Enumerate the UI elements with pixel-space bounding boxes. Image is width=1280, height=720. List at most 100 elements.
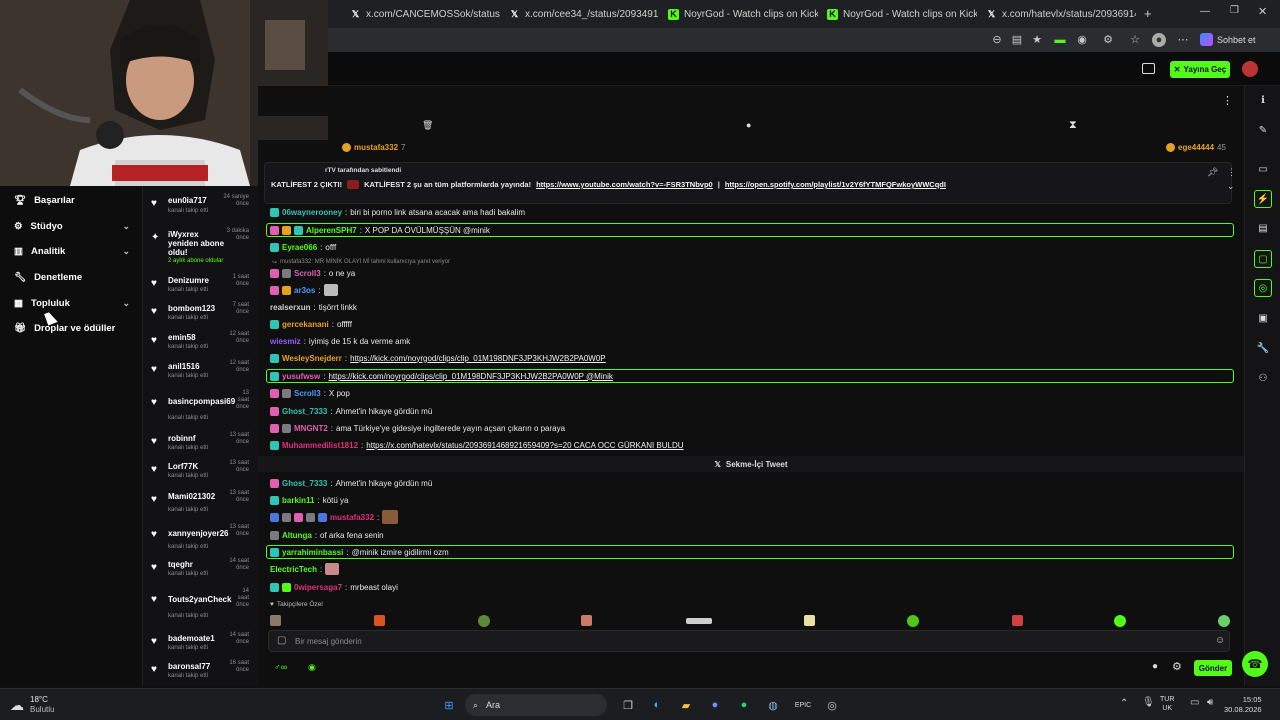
pinned-link[interactable]: https://www.youtube.com/watch?v=-FSR3TNb… bbox=[536, 180, 713, 189]
chat-username[interactable]: 0wipersaga7 bbox=[294, 583, 342, 592]
chat-username[interactable]: AlperenSPH7 bbox=[306, 226, 357, 235]
user-avatar[interactable] bbox=[1242, 61, 1258, 77]
bookmark-star-icon[interactable]: ★ bbox=[1030, 33, 1044, 47]
chat-message[interactable]: Ghost_7333: Ahmet'in hikaye gördün mü bbox=[270, 476, 432, 490]
volume-icon[interactable]: 🔊︎ bbox=[1207, 697, 1213, 708]
extensions-puzzle-icon[interactable]: ⚙ bbox=[1101, 33, 1115, 47]
sidebar-item-studio[interactable]: ⚙ Stüdyo ⌄ bbox=[14, 216, 130, 236]
epic-games-icon[interactable]: EPIC bbox=[793, 695, 813, 715]
chat-message[interactable]: Ghost_7333: Ahmet'in hikaye gördün mü bbox=[270, 404, 432, 418]
chat-message[interactable]: Scroll3: o ne ya bbox=[270, 266, 355, 280]
wrench-icon[interactable]: 🔧 bbox=[1254, 340, 1272, 358]
chat-message[interactable]: Altunga: of arka fena senin bbox=[270, 528, 384, 542]
emote[interactable] bbox=[686, 618, 712, 624]
pinned-link[interactable]: https://open.spotify.com/playlist/1v2Y6f… bbox=[725, 180, 946, 189]
spotify-icon[interactable]: ● bbox=[734, 695, 754, 715]
chat-username[interactable]: Ghost_7333 bbox=[282, 407, 327, 416]
emote-row[interactable] bbox=[268, 614, 1234, 628]
browser-tab[interactable]: 𝕏 x.com/cee34_/status/209349169 ✕ bbox=[503, 4, 659, 24]
sidebar-item-achievements[interactable]: 🏆︎ Başarılar bbox=[14, 190, 130, 210]
obs-icon[interactable]: ◎ bbox=[822, 695, 842, 715]
chat-message[interactable]: WesleySnejderr: https://kick.com/noyrgod… bbox=[270, 351, 606, 365]
discord-icon[interactable]: ● bbox=[705, 695, 725, 715]
edge-browser-icon[interactable]: ◐ bbox=[647, 695, 667, 715]
browser-tab[interactable]: K NoyrGod - Watch clips on Kick ✕ bbox=[821, 4, 977, 24]
chevron-up-icon[interactable]: ⌃ bbox=[1120, 698, 1128, 709]
list-icon[interactable]: ▤ bbox=[1254, 220, 1272, 238]
sidebar-item-analytics[interactable]: ▥ Analitik ⌄ bbox=[14, 241, 130, 261]
emote[interactable] bbox=[374, 615, 385, 626]
emote[interactable] bbox=[478, 615, 490, 627]
chat-icon[interactable]: ▢ bbox=[1254, 250, 1272, 268]
browser-tab[interactable]: 𝕏 x.com/hatevlx/status/20936914688 ✕ bbox=[980, 4, 1136, 24]
chat-settings-icon[interactable]: ● bbox=[1152, 661, 1158, 672]
steam-icon[interactable]: ◍ bbox=[763, 695, 783, 715]
chat-message[interactable]: yusufwsw: https://kick.com/noyrgod/clips… bbox=[270, 369, 613, 383]
points-icon[interactable]: ◉ bbox=[308, 662, 316, 673]
chat-link[interactable]: https://kick.com/noyrgod/clips/clip_01M1… bbox=[350, 354, 606, 363]
extension-icon[interactable]: ◉ bbox=[1075, 33, 1089, 47]
send-button[interactable]: Gönder bbox=[1194, 660, 1232, 676]
emote[interactable] bbox=[907, 615, 919, 627]
chat-username[interactable]: Scroll3 bbox=[294, 389, 321, 398]
reader-icon[interactable]: ▤ bbox=[1010, 33, 1024, 47]
chat-message[interactable]: wiesmiz: iyimiş de 15 k da verme amk bbox=[270, 334, 410, 348]
speech-bubble-icon[interactable]: ● bbox=[746, 120, 751, 130]
link-icon[interactable]: ♂∞ bbox=[274, 662, 287, 672]
chat-username[interactable]: realserxun bbox=[270, 303, 310, 312]
file-explorer-icon[interactable]: ▰ bbox=[676, 695, 696, 715]
chat-message[interactable]: barkin11: kötü ya bbox=[270, 493, 349, 507]
browser-tab[interactable]: 𝕏 x.com/CANCEMOSSok/status/209 ✕ bbox=[344, 4, 500, 24]
lightning-icon[interactable]: ⚡ bbox=[1254, 190, 1272, 208]
chat-username[interactable]: WesleySnejderr bbox=[282, 354, 342, 363]
chat-message[interactable]: AlperenSPH7: X POP DA ÖVÜLMÜŞŞÜN @minik bbox=[270, 223, 490, 237]
chat-message[interactable]: ar3os: bbox=[270, 283, 338, 297]
chat-username[interactable]: MNGNT2 bbox=[294, 424, 328, 433]
emote[interactable] bbox=[581, 615, 592, 626]
chat-message[interactable]: gercekanani: offfff bbox=[270, 317, 352, 331]
chat-username[interactable]: mustafa332 bbox=[330, 513, 374, 522]
chat-username[interactable]: Ghost_7333 bbox=[282, 479, 327, 488]
chat-username[interactable]: barkin11 bbox=[282, 496, 314, 505]
more-vertical-icon[interactable]: ⋮ bbox=[1222, 94, 1233, 107]
emote[interactable] bbox=[1012, 615, 1023, 626]
display-icon[interactable]: ▭ bbox=[1190, 697, 1199, 708]
chat-username[interactable]: Altunga bbox=[282, 531, 312, 540]
users-icon[interactable]: ⚇ bbox=[1254, 370, 1272, 388]
chat-link[interactable]: https://kick.com/noyrgod/clips/clip_01M1… bbox=[328, 372, 612, 381]
more-vertical-icon[interactable]: ⋮ bbox=[1227, 167, 1236, 178]
windows-start-icon[interactable]: ⊞ bbox=[439, 695, 459, 715]
sidebar-item-community[interactable]: ▦ Topluluk ⌄ bbox=[14, 293, 130, 313]
profile-avatar-icon[interactable]: ● bbox=[1152, 33, 1166, 47]
emote[interactable] bbox=[1114, 615, 1126, 627]
embedded-tweet-card[interactable]: 𝕏 Sekme-İçi Tweet bbox=[258, 456, 1244, 472]
hourglass-icon[interactable]: ⧗ bbox=[1069, 119, 1077, 132]
pin-icon[interactable]: 📌︎ bbox=[1207, 167, 1218, 178]
chat-username[interactable]: Scroll3 bbox=[294, 269, 321, 278]
chat-input[interactable]: ▢ Bir mesaj gönderin ☺ bbox=[268, 630, 1230, 652]
clock[interactable]: 15:05 30.08.2026 bbox=[1224, 695, 1262, 715]
emote[interactable] bbox=[270, 615, 281, 626]
emote[interactable] bbox=[1218, 615, 1230, 627]
zoom-icon[interactable]: ⊖ bbox=[990, 33, 1004, 47]
chat-message[interactable]: Muhammedilist1812: https://x.com/hatevlx… bbox=[270, 438, 684, 452]
chat-message[interactable]: mustafa332: bbox=[270, 510, 399, 524]
sidebar-item-drops[interactable]: 🎁︎ Droplar ve ödüller bbox=[14, 318, 130, 338]
more-menu-icon[interactable]: ⋯ bbox=[1176, 33, 1190, 47]
chat-username[interactable]: 06waynerooney bbox=[282, 208, 342, 217]
chat-message[interactable]: Scroll3: X pop bbox=[270, 386, 350, 400]
chat-username[interactable]: Eyrae066 bbox=[282, 243, 317, 252]
chevron-down-icon[interactable]: ⌄ bbox=[1227, 181, 1235, 192]
microphone-icon[interactable]: 🎙︎ bbox=[1142, 697, 1155, 708]
chat-link[interactable]: https://x.com/hatevlx/status/20936914689… bbox=[366, 441, 683, 450]
chat-username[interactable]: ar3os bbox=[294, 286, 315, 295]
support-icon[interactable]: ☎ bbox=[1242, 651, 1268, 677]
task-view-icon[interactable]: ❐ bbox=[618, 695, 638, 715]
chat-username[interactable]: yarrahiminbassi bbox=[282, 548, 343, 557]
go-live-button[interactable]: ✕ Yayına Geç bbox=[1170, 61, 1230, 78]
chat-message[interactable]: yarrahiminbassi: @minik izmire gidilirmi… bbox=[270, 545, 449, 559]
chat-message[interactable]: ElectricTech: bbox=[270, 562, 340, 576]
taskbar-search[interactable]: ⌕ Ara bbox=[465, 694, 607, 716]
screen-icon[interactable]: ▭ bbox=[1254, 161, 1272, 179]
maximize-icon[interactable]: ❐ bbox=[1230, 5, 1239, 16]
